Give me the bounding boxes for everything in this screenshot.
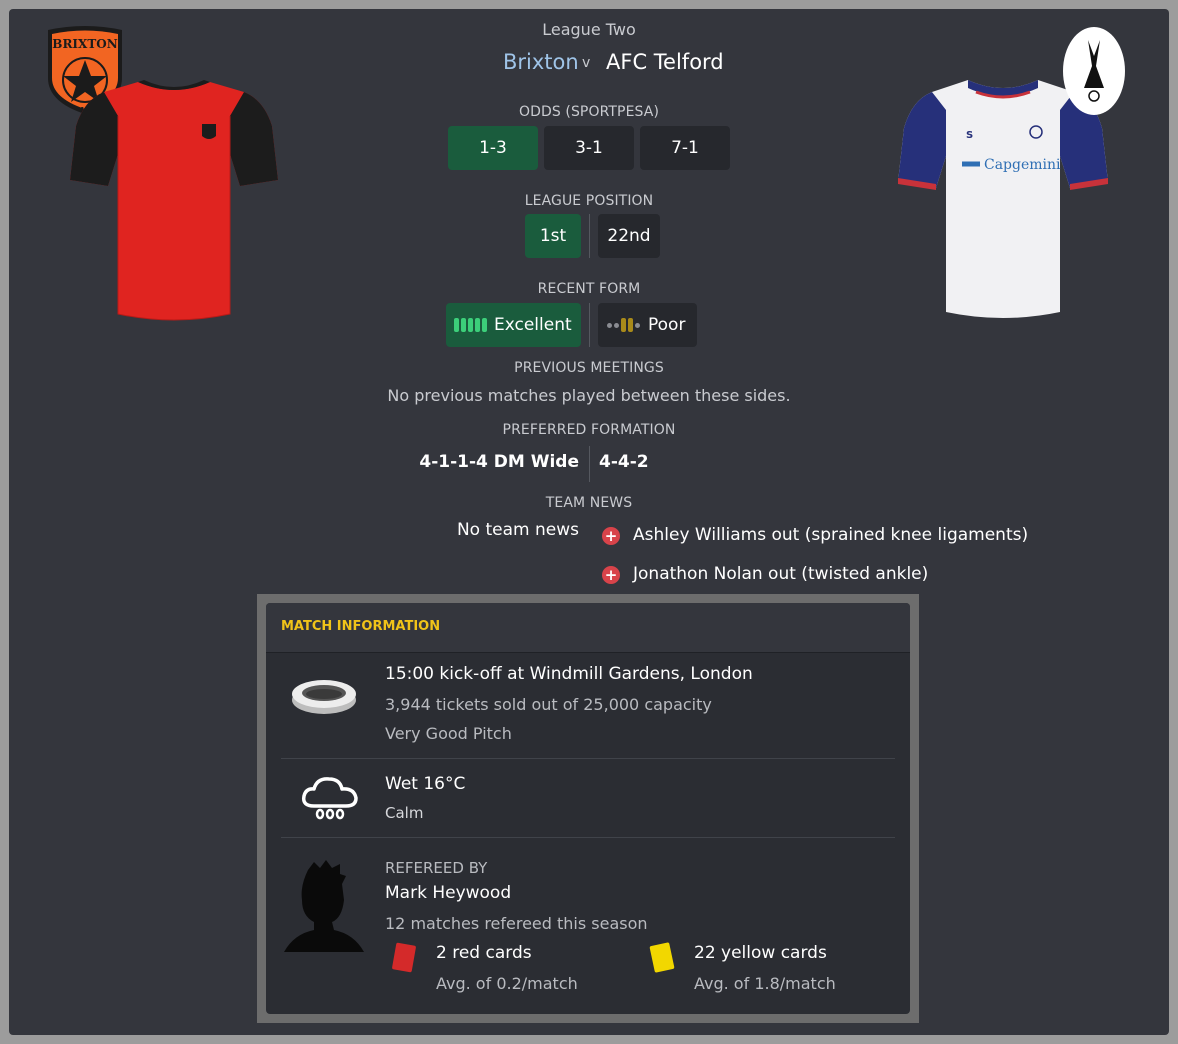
away-league-position: 22nd: [598, 214, 660, 258]
referee-matches: 12 matches refereed this season: [385, 914, 648, 933]
wind-condition: Calm: [385, 804, 424, 822]
pitch-condition: Very Good Pitch: [385, 724, 512, 743]
rain-cloud-icon: [301, 777, 358, 820]
yellow-cards-count: 22 yellow cards: [694, 943, 827, 963]
preferred-formation-title: PREFERRED FORMATION: [502, 422, 676, 438]
svg-text:AFC: AFC: [1088, 75, 1100, 82]
odds-home[interactable]: 1-3: [448, 126, 538, 170]
versus-label: v: [582, 55, 591, 71]
injury-icon: +: [602, 527, 620, 545]
odds-draw[interactable]: 3-1: [544, 126, 634, 170]
recent-form-title: RECENT FORM: [537, 281, 641, 297]
team-news-title: TEAM NEWS: [545, 495, 633, 511]
previous-meetings-title: PREVIOUS MEETINGS: [514, 360, 664, 376]
venue-attendance: 3,944 tickets sold out of 25,000 capacit…: [385, 695, 712, 714]
away-team-news-item[interactable]: Jonathon Nolan out (twisted ankle): [633, 564, 928, 584]
form-bars-icon: [454, 318, 487, 332]
away-form[interactable]: Poor: [598, 303, 697, 347]
home-form[interactable]: Excellent: [446, 303, 581, 347]
away-form-label: Poor: [648, 315, 686, 335]
stadium-icon: [292, 680, 356, 714]
away-team-name[interactable]: AFC Telford: [606, 50, 724, 74]
home-league-position: 1st: [525, 214, 581, 258]
divider: [281, 837, 895, 838]
competition-name[interactable]: League Two: [0, 20, 1178, 39]
league-position-title: LEAGUE POSITION: [524, 193, 654, 209]
injury-icon: +: [602, 566, 620, 584]
red-cards-average: Avg. of 0.2/match: [436, 974, 578, 993]
away-club-badge[interactable]: AFC: [1062, 26, 1126, 116]
form-dots-icon: [607, 318, 640, 332]
referee-name[interactable]: Mark Heywood: [385, 883, 511, 903]
refereed-by-label: REFEREED BY: [385, 859, 488, 877]
divider: [589, 446, 590, 482]
home-team-news: No team news: [456, 520, 579, 540]
yellow-cards-average: Avg. of 1.8/match: [694, 974, 836, 993]
svg-text:Capgemini: Capgemini: [984, 157, 1061, 173]
red-cards-count: 2 red cards: [436, 943, 532, 963]
away-team-news-item[interactable]: Ashley Williams out (sprained knee ligam…: [633, 525, 1028, 545]
odds-title: ODDS (SPORTPESA): [518, 104, 660, 120]
home-team-name[interactable]: Brixton: [503, 50, 579, 74]
divider: [589, 303, 590, 347]
home-form-label: Excellent: [494, 315, 572, 335]
away-formation: 4-4-2: [599, 452, 649, 472]
home-formation: 4-1-1-4 DM Wide: [419, 452, 579, 472]
weather-condition: Wet 16°C: [385, 774, 466, 794]
divider: [281, 758, 895, 759]
svg-text:S: S: [966, 130, 973, 141]
referee-silhouette-icon[interactable]: [282, 860, 366, 954]
venue-kickoff[interactable]: 15:00 kick-off at Windmill Gardens, Lond…: [385, 664, 753, 684]
previous-meetings-text: No previous matches played between these…: [387, 386, 791, 405]
divider: [589, 214, 590, 258]
odds-away[interactable]: 7-1: [640, 126, 730, 170]
match-information-title: MATCH INFORMATION: [281, 619, 441, 634]
svg-text:BRIXTON: BRIXTON: [52, 37, 117, 51]
